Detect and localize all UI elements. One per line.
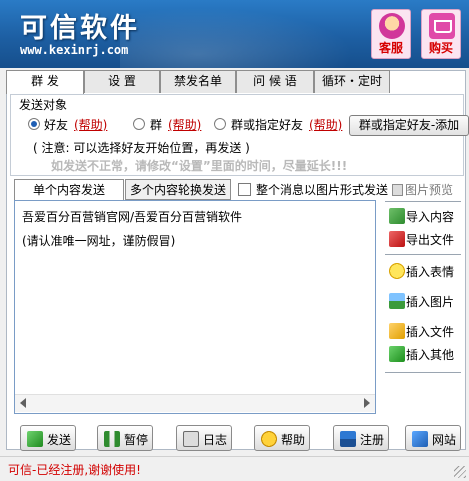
pause-icon: [104, 431, 120, 447]
radio-group-or-friend-label[interactable]: 群或指定好友: [231, 116, 303, 133]
register-label: 注册: [360, 433, 385, 447]
insert-file-label: 插入文件: [406, 325, 455, 339]
insert-other-label: 插入其他: [406, 348, 455, 362]
send-button[interactable]: 发送: [20, 425, 76, 451]
add-other-icon: [389, 346, 405, 362]
log-icon: [183, 431, 199, 447]
register-button[interactable]: 注册: [333, 425, 389, 451]
smiley-icon: [389, 263, 405, 279]
insert-emoji-button[interactable]: 插入表情: [385, 259, 461, 283]
tab-blocklist[interactable]: 禁发名单: [160, 70, 236, 93]
radio-group[interactable]: [133, 118, 145, 130]
image-icon: [389, 293, 405, 309]
import-content-button[interactable]: 导入内容: [385, 204, 461, 228]
status-text: 可信-已经注册,谢谢使用!: [8, 463, 141, 477]
customer-service-icon: [379, 13, 405, 39]
customer-service-label: 客服: [378, 41, 403, 55]
insert-image-button[interactable]: 插入图片: [385, 289, 461, 313]
send-target-options: 好友 (帮助) 群 (帮助) 群或指定好友 (帮助): [28, 116, 348, 134]
status-bar: 可信-已经注册,谢谢使用!: [0, 456, 469, 481]
insert-image-label: 插入图片: [406, 295, 455, 309]
user-icon: [340, 431, 356, 447]
play-icon: [27, 431, 43, 447]
radio-group-or-friend[interactable]: [214, 118, 226, 130]
send-as-image-label[interactable]: 整个消息以图片形式发送: [256, 181, 388, 198]
side-divider: [385, 254, 461, 255]
help-icon: [261, 431, 277, 447]
send-label: 发送: [47, 433, 72, 447]
help-button[interactable]: 帮助: [254, 425, 310, 451]
log-label: 日志: [203, 433, 228, 447]
tab-loop-schedule[interactable]: 循环・定时: [314, 70, 390, 93]
insert-emoji-label: 插入表情: [406, 265, 455, 279]
message-line: 吾爱百分百营销官网/吾爱百分百营销软件: [22, 210, 243, 224]
insert-file-button[interactable]: 插入文件: [385, 319, 461, 343]
scroll-left-arrow-icon[interactable]: [20, 398, 26, 408]
help-friend-link[interactable]: (帮助): [74, 116, 107, 133]
pause-label: 暂停: [124, 433, 149, 447]
import-content-label: 导入内容: [406, 210, 455, 224]
add-group-or-friend-button[interactable]: 群或指定好友-添加: [349, 115, 469, 136]
image-preview-icon: [392, 184, 403, 196]
resize-grip-icon[interactable]: [454, 466, 466, 478]
scroll-right-arrow-icon[interactable]: [364, 398, 370, 408]
home-icon: [412, 431, 428, 447]
send-target-group: 发送对象 好友 (帮助) 群 (帮助) 群或指定好友 (帮助) 群或指定好友-添…: [10, 94, 469, 176]
tab-settings[interactable]: 设 置: [84, 70, 160, 93]
banner-decoration: [120, 0, 380, 68]
import-icon: [389, 208, 405, 224]
insert-other-button[interactable]: 插入其他: [385, 342, 461, 366]
export-icon: [389, 231, 405, 247]
website-label: 网站: [432, 433, 457, 447]
message-editor[interactable]: 吾爱百分百营销官网/吾爱百分百营销软件 (请认准唯一网址，谨防假冒): [14, 200, 376, 414]
timing-warning: 如发送不正常，请修改“设置”里面的时间，尽量延长!!!: [51, 159, 348, 173]
buy-label: 购买: [428, 41, 453, 55]
horizontal-scrollbar[interactable]: [15, 394, 375, 412]
app-url: www.kexinrj.com: [20, 43, 129, 57]
start-position-note: ( 注意: 可以选择好友开始位置，再发送 ): [33, 141, 250, 155]
send-target-legend: 发送对象: [19, 98, 68, 112]
export-file-label: 导出文件: [406, 233, 455, 247]
customer-service-button[interactable]: 客服: [371, 9, 411, 59]
radio-friend[interactable]: [28, 118, 40, 130]
radio-group-label[interactable]: 群: [150, 116, 162, 133]
message-line: (请认准唯一网址，谨防假冒): [22, 234, 176, 248]
image-preview-button[interactable]: 图片预览: [392, 181, 453, 198]
app-header: 可信软件 www.kexinrj.com 客服 购买: [0, 0, 469, 68]
website-button[interactable]: 网站: [405, 425, 461, 451]
log-button[interactable]: 日志: [176, 425, 232, 451]
pause-button[interactable]: 暂停: [97, 425, 153, 451]
tab-greetings[interactable]: 问 候 语: [236, 70, 314, 93]
radio-friend-label[interactable]: 好友: [44, 116, 68, 133]
help-group-link[interactable]: (帮助): [168, 116, 201, 133]
side-divider: [385, 372, 461, 373]
buy-button[interactable]: 购买: [421, 9, 461, 59]
image-preview-label: 图片预览: [405, 183, 454, 197]
export-file-button[interactable]: 导出文件: [385, 227, 461, 251]
side-divider: [385, 201, 461, 202]
send-as-image-checkbox[interactable]: [238, 183, 251, 196]
help-label: 帮助: [281, 433, 306, 447]
tab-group-send[interactable]: 群 发: [6, 70, 84, 94]
shopping-cart-icon: [429, 13, 455, 39]
app-title: 可信软件: [20, 13, 140, 44]
folder-icon: [389, 323, 405, 339]
help-group-or-friend-link[interactable]: (帮助): [309, 116, 342, 133]
tab-single-content[interactable]: 单个内容发送: [14, 179, 124, 201]
tab-multi-content-rotation[interactable]: 多个内容轮换发送: [125, 179, 231, 200]
